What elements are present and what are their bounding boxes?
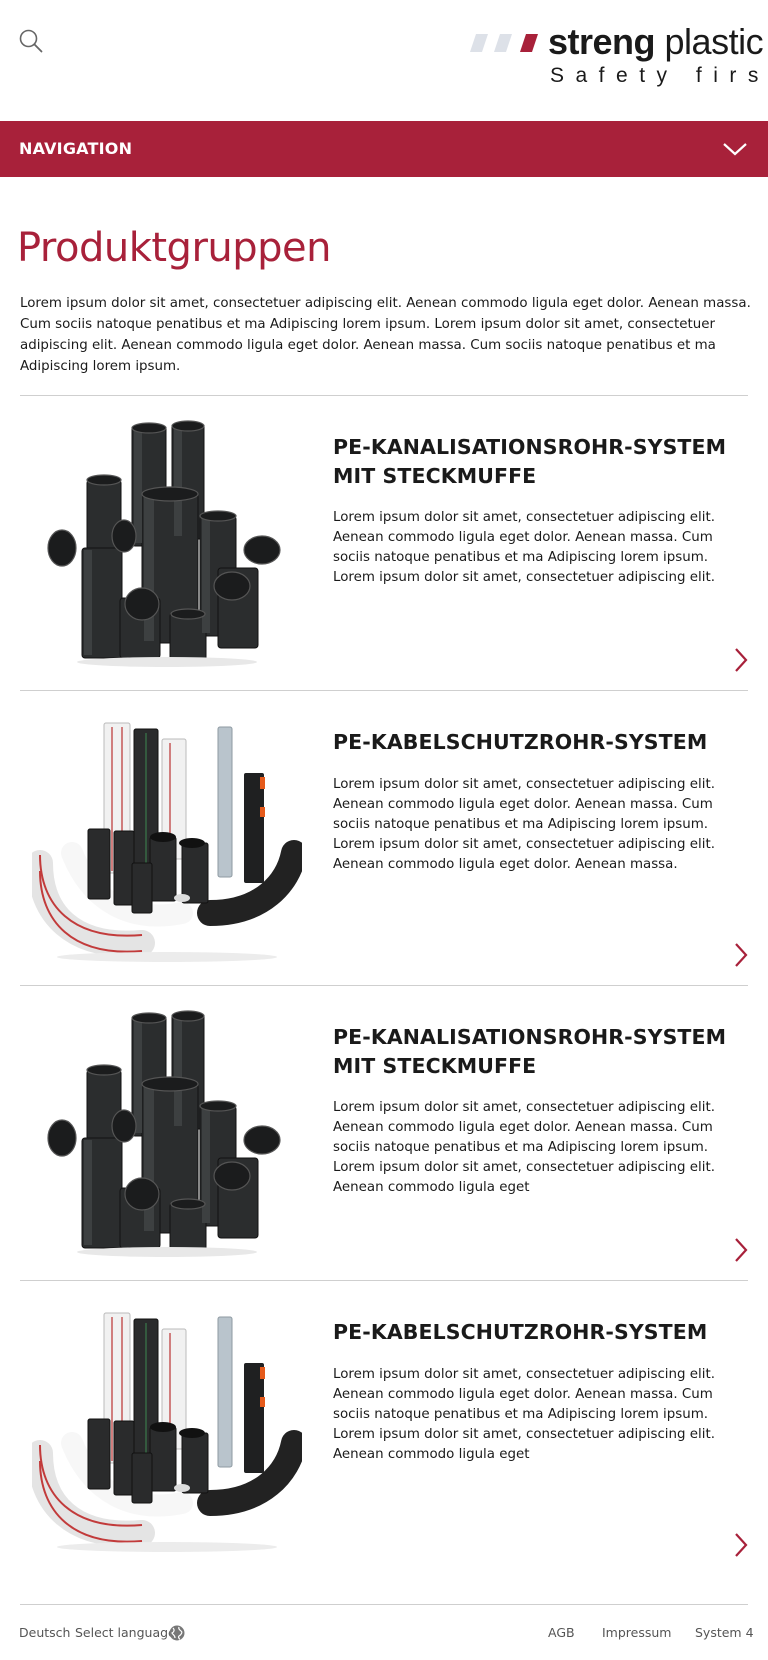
footer-link-system[interactable]: System 4: [695, 1625, 754, 1641]
site-footer: Deutsch Select language AGB Impressum Sy…: [0, 1604, 768, 1660]
footer-link-agb[interactable]: AGB: [548, 1625, 575, 1641]
product-image-sewer-fittings: [47, 420, 281, 667]
footer-link-impressum[interactable]: Impressum: [602, 1625, 671, 1641]
chevron-right-icon[interactable]: [733, 1237, 749, 1263]
product-description: Lorem ipsum dolor sit amet, consectetuer…: [333, 777, 715, 872]
intro-text: Lorem ipsum dolor sit amet, consectetuer…: [20, 296, 751, 374]
product-card[interactable]: PE-KANALISATIONSROHR-SYSTEM MIT STECKMUF…: [0, 396, 768, 691]
product-card[interactable]: PE-KANALISATIONSROHR-SYSTEM MIT STECKMUF…: [0, 986, 768, 1281]
logo-slashes-icon: [470, 34, 538, 52]
navigation-toggle[interactable]: NAVIGATION: [0, 121, 768, 177]
navigation-label: NAVIGATION: [19, 139, 133, 158]
product-title: PE-KANALISATIONSROHR-SYSTEM MIT STECKMUF…: [333, 435, 727, 488]
logo-tagline: Safety first: [550, 64, 768, 87]
product-description: Lorem ipsum dolor sit amet, consectetuer…: [333, 1367, 715, 1462]
chevron-right-icon[interactable]: [733, 647, 749, 673]
product-image-sewer-fittings: [47, 1010, 281, 1257]
product-card[interactable]: PE-KABELSCHUTZROHR-SYSTEM Lorem ipsum do…: [0, 691, 768, 986]
site-header: streng plastic Safety first: [0, 0, 768, 121]
globe-icon[interactable]: [168, 1624, 186, 1642]
logo-name: streng plastic: [548, 21, 764, 62]
product-card[interactable]: PE-KABELSCHUTZROHR-SYSTEM Lorem ipsum do…: [0, 1281, 768, 1576]
chevron-down-icon: [723, 143, 747, 156]
product-description: Lorem ipsum dolor sit amet, consectetuer…: [333, 1100, 715, 1195]
product-image-cable-pipes: [32, 722, 302, 962]
product-title: PE-KABELSCHUTZROHR-SYSTEM: [333, 1320, 708, 1344]
product-title: PE-KANALISATIONSROHR-SYSTEM MIT STECKMUF…: [333, 1025, 727, 1078]
language-select[interactable]: Select language: [75, 1625, 176, 1641]
streng-plastic-logo[interactable]: streng plastic Safety first: [470, 20, 768, 90]
product-description: Lorem ipsum dolor sit amet, consectetuer…: [333, 510, 715, 585]
search-icon[interactable]: [18, 28, 44, 54]
product-title: PE-KABELSCHUTZROHR-SYSTEM: [333, 730, 708, 754]
chevron-right-icon[interactable]: [733, 1532, 749, 1558]
chevron-right-icon[interactable]: [733, 942, 749, 968]
product-image-cable-pipes: [32, 1312, 302, 1552]
page-title: Produktgruppen: [17, 225, 331, 271]
language-current[interactable]: Deutsch: [19, 1625, 70, 1641]
